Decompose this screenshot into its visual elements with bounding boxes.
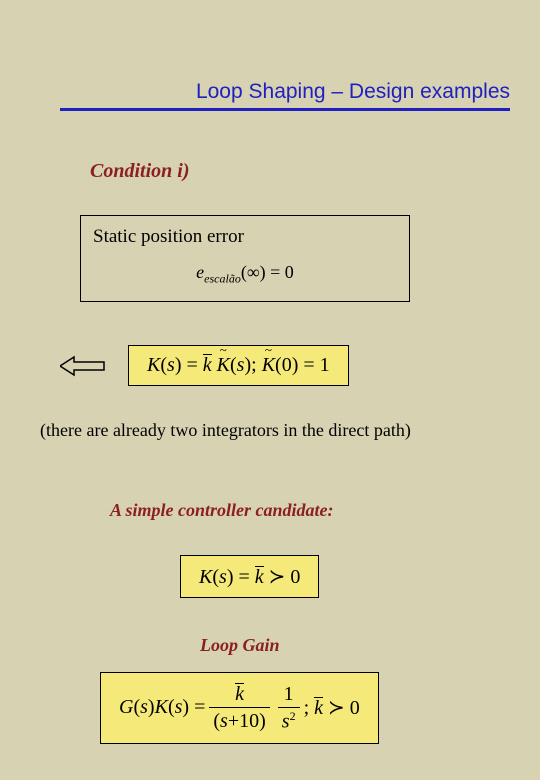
slide-header: Loop Shaping – Design examples: [60, 80, 510, 111]
k-definition-box: K(s) = k K(s); K(0) = 1: [128, 345, 349, 386]
static-error-box: Static position error eescalão(∞) = 0: [80, 215, 410, 302]
loop-gain-label: Loop Gain: [200, 635, 280, 656]
condition-label: Condition i): [90, 160, 189, 183]
integrator-note: (there are already two integrators in th…: [40, 420, 510, 441]
header-underline: [60, 108, 510, 111]
k-definition-row: K(s) = k K(s); K(0) = 1: [60, 345, 349, 386]
page-title: Loop Shaping – Design examples: [60, 80, 510, 108]
k-simple-box: K(s) = k ≻ 0: [180, 555, 319, 598]
static-error-equation: eescalão(∞) = 0: [93, 262, 397, 287]
loop-gain-box: G(s)K(s) = k (s+10) 1 s2 ; k ≻ 0: [100, 672, 379, 744]
static-error-title: Static position error: [93, 226, 397, 248]
candidate-label: A simple controller candidate:: [110, 500, 334, 521]
left-arrow-icon: [60, 355, 106, 377]
